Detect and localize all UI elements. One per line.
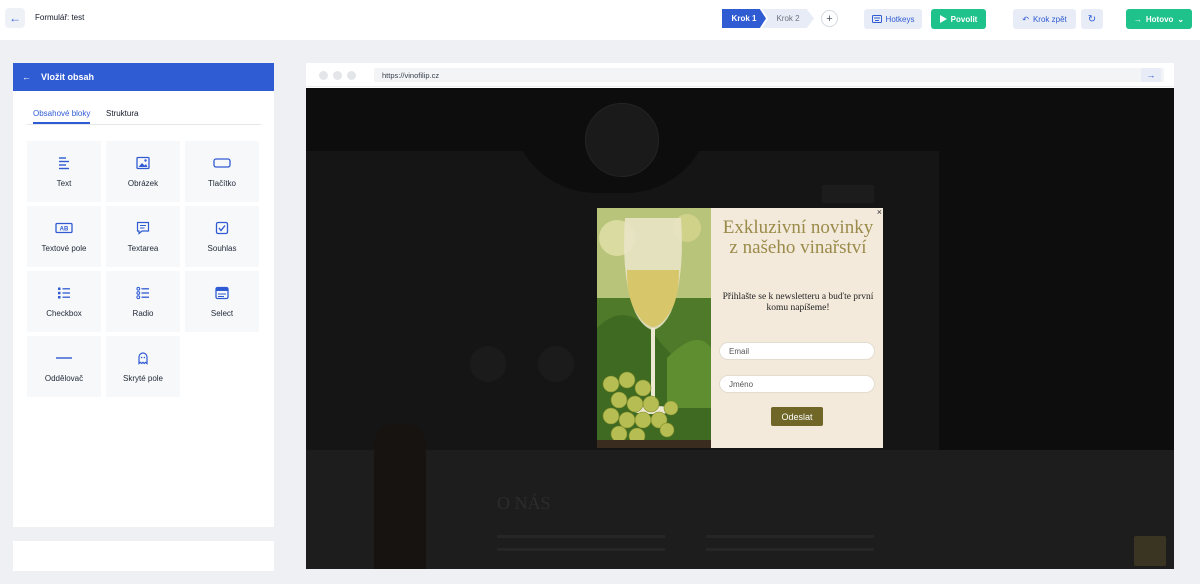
block-label: Obrázek xyxy=(127,178,159,188)
block-divider[interactable]: Oddělovač xyxy=(27,336,101,397)
redo-icon: ↻ xyxy=(1087,13,1097,25)
block-label: Skryté pole xyxy=(122,373,164,383)
window-dot xyxy=(333,71,342,80)
block-label: Textarea xyxy=(127,243,159,253)
name-placeholder: Jméno xyxy=(729,379,754,389)
enable-label: Povolit xyxy=(950,14,978,24)
site-text-line xyxy=(497,548,665,551)
play-icon xyxy=(939,15,947,23)
chevron-down-icon: ⌄ xyxy=(1177,14,1185,24)
checklist-icon xyxy=(58,287,70,298)
undo-label: Krok zpět xyxy=(1032,14,1067,24)
email-placeholder: Email xyxy=(729,346,750,356)
block-label: Checkbox xyxy=(46,308,82,318)
checkbox-check-icon xyxy=(215,221,229,234)
done-button[interactable]: → Hotovo ⌄ xyxy=(1126,9,1192,29)
block-hidden-field[interactable]: Skryté pole xyxy=(106,336,180,397)
block-text-field[interactable]: AB Textové pole xyxy=(27,206,101,267)
window-dot xyxy=(319,71,328,80)
form-title: Formulář: test xyxy=(35,13,85,22)
wine-bottle-image xyxy=(374,424,426,569)
tab-structure[interactable]: Struktura xyxy=(106,109,138,118)
arrow-right-icon: → xyxy=(1133,14,1142,24)
panel-header: ← Vložit obsah xyxy=(13,63,274,91)
block-label: Text xyxy=(56,178,72,188)
hotkeys-button[interactable]: Hotkeys xyxy=(864,9,922,29)
tab-content-blocks[interactable]: Obsahové bloky xyxy=(33,109,91,124)
site-text-line xyxy=(497,535,665,538)
text-field-icon: AB xyxy=(55,222,73,233)
block-checkbox[interactable]: Checkbox xyxy=(27,271,101,332)
block-label: Tlačítko xyxy=(207,178,236,188)
panel-footer xyxy=(13,541,274,571)
block-radio[interactable]: Radio xyxy=(106,271,180,332)
redo-button[interactable]: ↻ xyxy=(1081,9,1103,29)
undo-button[interactable]: ↶ Krok zpět xyxy=(1013,9,1076,29)
block-select[interactable]: Select xyxy=(185,271,259,332)
site-feature-icon xyxy=(470,346,506,382)
back-button[interactable]: ← xyxy=(5,8,25,28)
block-textarea[interactable]: Textarea xyxy=(106,206,180,267)
arrow-left-icon[interactable]: ← xyxy=(22,72,31,82)
window-dot xyxy=(347,71,356,80)
textarea-icon xyxy=(136,221,150,235)
block-label: Radio xyxy=(132,308,154,318)
submit-button[interactable]: Odeslat xyxy=(771,407,823,426)
site-about-heading: O NÁS xyxy=(497,493,551,513)
divider-icon xyxy=(56,356,72,359)
hotkeys-label: Hotkeys xyxy=(885,14,915,24)
insert-content-panel: ← Vložit obsah Obsahové bloky Struktura … xyxy=(13,63,274,527)
popup-title: Exkluzivní novinky z našeho vinařství xyxy=(722,217,874,258)
site-text-line xyxy=(706,548,874,551)
panel-title: Vložit obsah xyxy=(41,72,95,82)
arrow-left-icon: ← xyxy=(9,11,21,25)
site-about-section xyxy=(306,450,1174,569)
image-icon xyxy=(136,156,150,169)
block-consent[interactable]: Souhlas xyxy=(185,206,259,267)
name-field[interactable]: Jméno xyxy=(719,375,875,393)
enable-button[interactable]: Povolit xyxy=(931,9,986,29)
close-icon[interactable]: × xyxy=(877,207,882,217)
block-text[interactable]: Text xyxy=(27,141,101,202)
email-field[interactable]: Email xyxy=(719,342,875,360)
wine-glass-image xyxy=(597,208,711,448)
block-label: Oddělovač xyxy=(44,373,84,383)
top-bar: ← Formulář: test Krok 1 Krok 2 + Hotkeys… xyxy=(0,0,1200,40)
url-bar[interactable]: https://vinofilip.cz → xyxy=(374,68,1164,82)
block-label: Souhlas xyxy=(207,243,237,253)
site-menu-button xyxy=(822,185,874,203)
step-1-tab[interactable]: Krok 1 xyxy=(722,9,766,28)
keyboard-icon xyxy=(871,15,882,23)
site-feature-icon xyxy=(538,346,574,382)
popup-subtitle: Přihlašte se k newsletteru a buďte první… xyxy=(722,292,874,313)
done-label: Hotovo xyxy=(1145,14,1174,24)
panel-tabs: Obsahové bloky Struktura xyxy=(27,103,261,125)
block-button[interactable]: Tlačítko xyxy=(185,141,259,202)
scroll-top-button xyxy=(1134,536,1166,566)
site-text-line xyxy=(706,535,874,538)
block-label: Textové pole xyxy=(41,243,87,253)
newsletter-popup: × Exkluzivní novinky z našeho vinařství … xyxy=(597,207,883,448)
step-2-tab[interactable]: Krok 2 xyxy=(762,9,814,28)
go-arrow-icon[interactable]: → xyxy=(1141,68,1161,82)
undo-icon: ↶ xyxy=(1022,14,1029,24)
add-step-button[interactable]: + xyxy=(821,10,838,27)
radio-list-icon xyxy=(136,286,149,299)
button-icon xyxy=(213,157,231,168)
url-text: https://vinofilip.cz xyxy=(382,70,440,80)
block-image[interactable]: Obrázek xyxy=(106,141,180,202)
svg-text:AB: AB xyxy=(60,226,69,232)
site-logo xyxy=(585,103,659,177)
block-label: Select xyxy=(210,308,234,318)
block-grid: Text Obrázek Tlačítko AB Textové pole Te… xyxy=(27,141,259,397)
select-icon xyxy=(215,286,229,299)
browser-bar: https://vinofilip.cz → xyxy=(306,63,1174,87)
ghost-icon xyxy=(138,351,148,365)
text-icon xyxy=(59,156,69,169)
